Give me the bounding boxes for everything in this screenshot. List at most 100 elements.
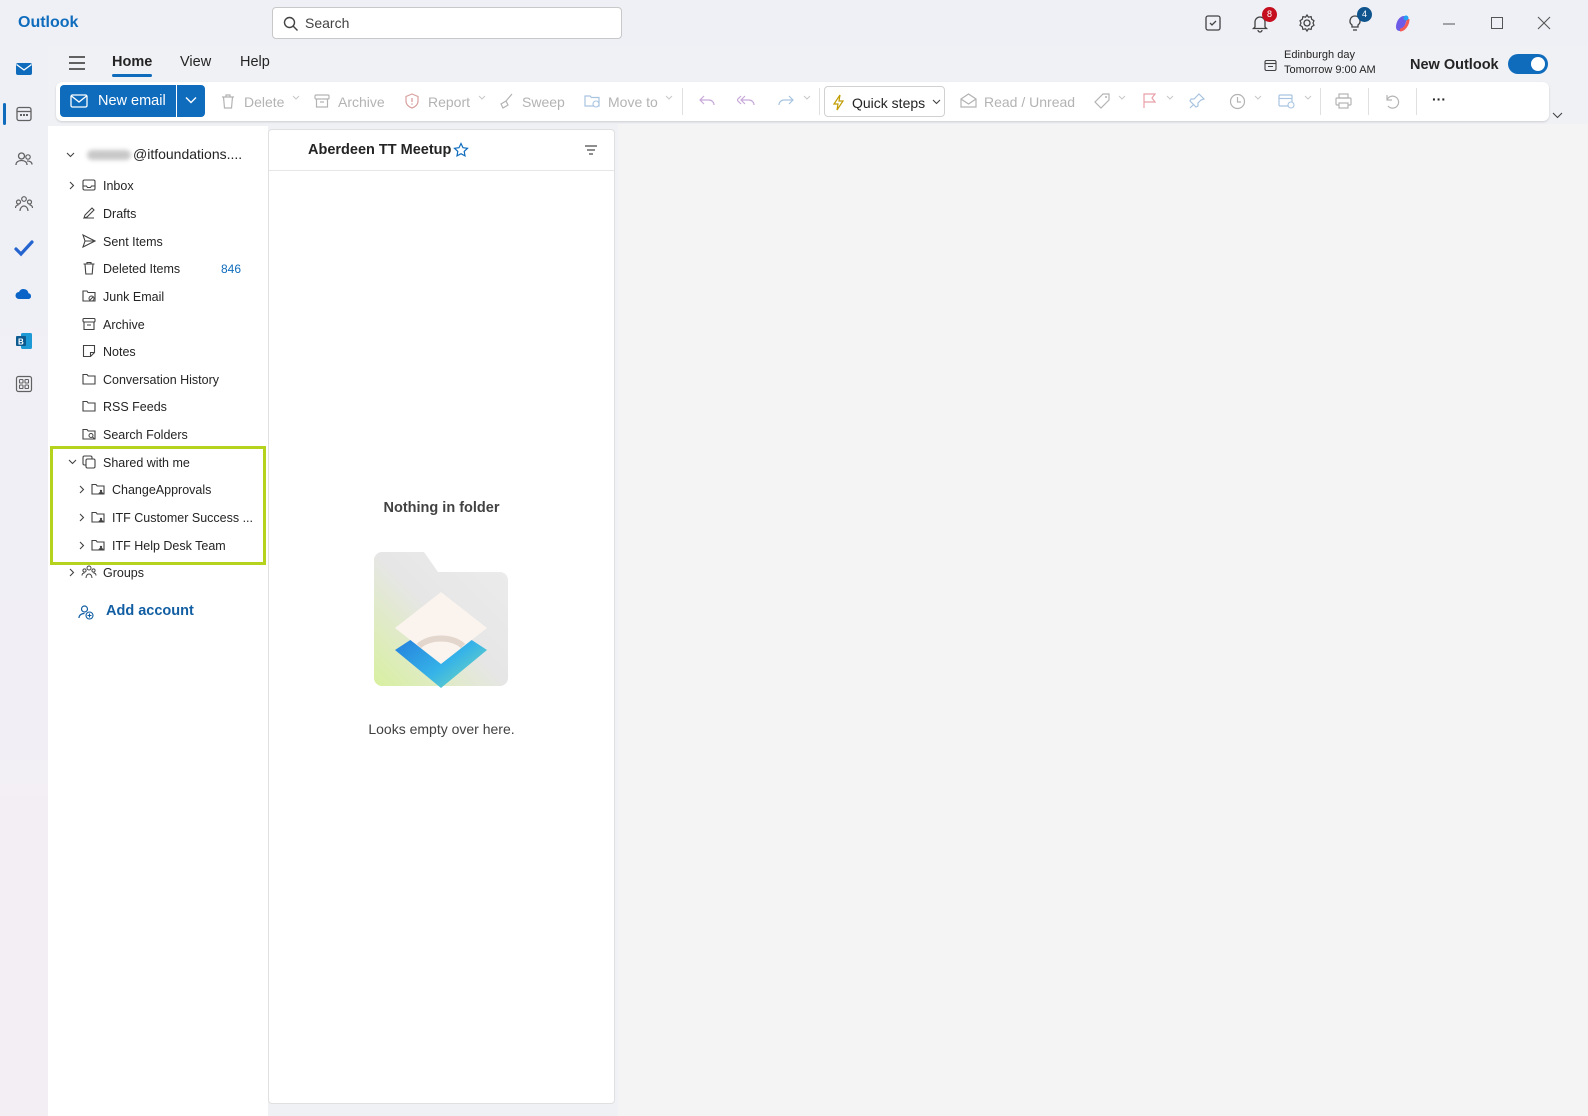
bookings-app-button[interactable]: B xyxy=(14,331,34,351)
chevron-down-icon xyxy=(478,95,486,100)
tips-button[interactable]: 4 xyxy=(1345,7,1372,33)
onedrive-app-button[interactable] xyxy=(14,284,34,304)
minimize-icon xyxy=(1443,23,1455,25)
new-email-button[interactable]: New email xyxy=(60,85,176,117)
notifications-badge: 8 xyxy=(1262,7,1277,22)
folder-item-junk[interactable]: Junk Email xyxy=(48,284,268,310)
ribbon-expand-button[interactable] xyxy=(1552,106,1563,124)
search-input[interactable] xyxy=(305,12,605,34)
rules-button[interactable] xyxy=(1278,82,1312,121)
folder-move-icon xyxy=(584,95,600,108)
forward-button[interactable] xyxy=(777,82,813,121)
trash-icon xyxy=(83,261,95,275)
chevron-down-icon xyxy=(665,95,673,100)
reading-pane xyxy=(618,124,1588,1116)
new-outlook-label: New Outlook xyxy=(1410,57,1499,73)
copilot-button[interactable] xyxy=(1392,13,1412,33)
report-label: Report xyxy=(428,94,471,110)
mail-icon xyxy=(16,63,32,75)
folder-item-deleted[interactable]: Deleted Items 846 xyxy=(48,256,268,282)
archive-button[interactable]: Archive xyxy=(314,82,385,121)
settings-button[interactable] xyxy=(1297,13,1317,33)
folder-item-sent[interactable]: Sent Items xyxy=(48,229,268,255)
star-icon[interactable] xyxy=(453,142,469,158)
chevron-down-icon xyxy=(932,99,941,105)
categorize-button[interactable] xyxy=(1094,82,1128,121)
snooze-button[interactable] xyxy=(1229,82,1263,121)
folder-item-conversation-history[interactable]: Conversation History xyxy=(48,367,268,393)
folder-pane: @itfoundations.... Inbox Drafts Sent Ite… xyxy=(48,126,268,1116)
sweep-button[interactable]: Sweep xyxy=(498,82,568,121)
move-to-label: Move to xyxy=(608,94,658,110)
folder-label: Deleted Items xyxy=(103,262,181,276)
chevron-right-icon xyxy=(69,181,75,190)
chevron-down-icon xyxy=(1304,95,1312,100)
flag-button[interactable] xyxy=(1142,82,1176,121)
my-day-button[interactable] xyxy=(1203,13,1223,33)
new-outlook-toggle[interactable] xyxy=(1508,54,1548,74)
groups-icon xyxy=(81,565,97,579)
people-app-button[interactable] xyxy=(14,149,34,169)
rules-icon xyxy=(1278,94,1295,109)
more-options-button[interactable]: ··· xyxy=(1432,82,1456,121)
archive-label: Archive xyxy=(338,94,385,110)
ribbon-separator xyxy=(1416,88,1417,115)
calendar-small-icon xyxy=(1264,59,1277,72)
undo-button[interactable] xyxy=(1383,82,1403,121)
quick-steps-button[interactable]: Quick steps xyxy=(824,86,945,117)
svg-text:B: B xyxy=(18,338,24,347)
folder-item-drafts[interactable]: Drafts xyxy=(48,201,268,227)
folder-item-inbox[interactable]: Inbox xyxy=(48,173,268,199)
mail-compose-icon xyxy=(70,94,88,108)
tab-help[interactable]: Help xyxy=(240,54,270,70)
filter-icon[interactable] xyxy=(584,144,598,156)
redacted-username xyxy=(87,150,131,161)
notifications-button[interactable]: 8 xyxy=(1250,7,1277,33)
tips-badge: 4 xyxy=(1357,7,1372,22)
reply-all-button[interactable] xyxy=(737,82,757,121)
archive-icon xyxy=(82,317,96,331)
toggle-knob xyxy=(1531,57,1545,71)
folder-item-archive[interactable]: Archive xyxy=(48,312,268,338)
report-button[interactable]: Report xyxy=(404,82,486,121)
chevron-down-icon xyxy=(185,97,197,104)
folder-label: Sent Items xyxy=(103,235,163,249)
quick-steps-dropdown[interactable] xyxy=(928,86,945,117)
read-unread-button[interactable]: Read / Unread xyxy=(960,82,1090,121)
app-name: Outlook xyxy=(18,14,79,31)
pin-button[interactable] xyxy=(1189,82,1209,121)
tab-home[interactable]: Home xyxy=(112,54,152,70)
mail-app-button[interactable] xyxy=(14,59,34,79)
gear-icon xyxy=(1299,13,1315,33)
delete-button[interactable]: Delete xyxy=(220,82,300,121)
more-apps-button[interactable] xyxy=(14,374,34,394)
maximize-button[interactable] xyxy=(1490,16,1504,30)
folder-item-search-folders[interactable]: Search Folders xyxy=(48,422,268,448)
calendar-app-button[interactable] xyxy=(14,104,34,124)
minimize-button[interactable] xyxy=(1442,16,1456,30)
folder-item-notes[interactable]: Notes xyxy=(48,339,268,365)
folder-item-rss-feeds[interactable]: RSS Feeds xyxy=(48,394,268,420)
onedrive-cloud-icon xyxy=(15,289,32,299)
todo-app-button[interactable] xyxy=(14,239,34,259)
pencil-icon xyxy=(83,207,95,219)
tab-view[interactable]: View xyxy=(180,54,211,70)
forward-icon xyxy=(778,95,794,106)
search-box[interactable] xyxy=(272,7,622,39)
folder-label: Archive xyxy=(103,318,145,332)
account-header[interactable]: @itfoundations.... xyxy=(66,146,242,162)
chevron-down-icon xyxy=(292,95,300,100)
new-email-label: New email xyxy=(98,93,166,109)
move-to-button[interactable]: Move to xyxy=(584,82,676,121)
calendar-icon xyxy=(16,106,32,122)
nav-toggle-button[interactable] xyxy=(68,55,86,76)
new-email-dropdown[interactable] xyxy=(177,85,205,117)
groups-app-button[interactable] xyxy=(14,194,34,214)
reply-button[interactable] xyxy=(698,82,718,121)
people-icon xyxy=(15,152,33,166)
search-folder-icon xyxy=(82,428,96,440)
close-button[interactable] xyxy=(1537,16,1551,30)
ribbon-separator xyxy=(1320,88,1321,115)
print-button[interactable] xyxy=(1335,82,1355,121)
ribbon-separator xyxy=(682,88,683,115)
